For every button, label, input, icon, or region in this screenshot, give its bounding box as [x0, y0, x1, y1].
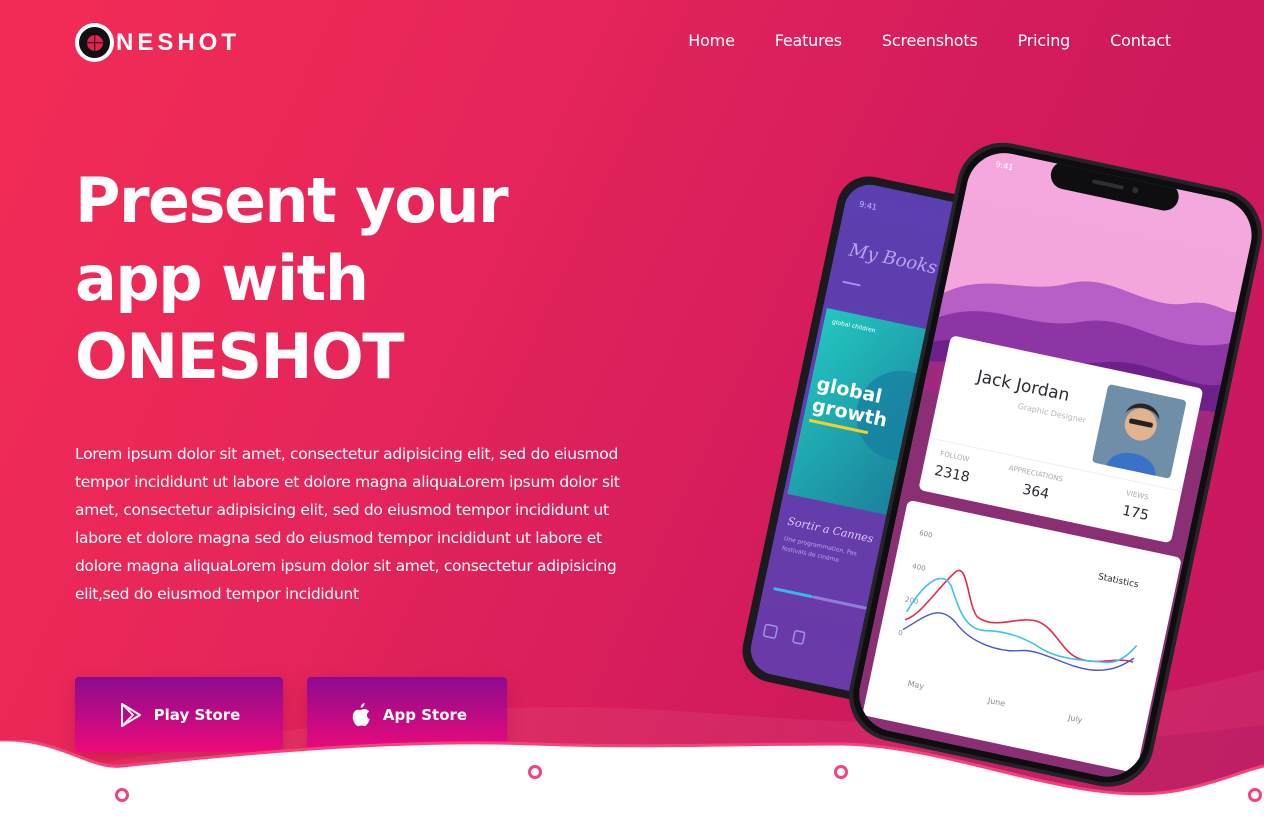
nav-pricing[interactable]: Pricing: [1018, 30, 1071, 52]
wave-dot: [834, 765, 848, 779]
apple-icon: [347, 702, 373, 728]
brand-logo[interactable]: NESHOT: [75, 23, 240, 62]
wave-dot: [528, 765, 542, 779]
play-store-icon: [118, 702, 144, 728]
hero-title-line-3: ONESHOT: [75, 320, 405, 393]
nav-home[interactable]: Home: [688, 30, 735, 52]
play-store-label: Play Store: [153, 705, 241, 724]
app-store-label: App Store: [382, 705, 468, 724]
phone-mockups: 9:41 My Books global children global gro…: [740, 140, 1264, 790]
brand-logo-text: NESHOT: [116, 28, 241, 56]
nav-contact[interactable]: Contact: [1110, 30, 1171, 52]
bottom-wave: [0, 740, 1264, 830]
hero-description: Lorem ipsum dolor sit amet, consectetur …: [75, 445, 620, 603]
hero-title: Present your app with ONESHOT: [75, 162, 635, 396]
wave-dot: [1248, 788, 1262, 802]
hero-title-line-2: app with: [75, 242, 369, 315]
main-nav: Home Features Screenshots Pricing Contac…: [648, 30, 1171, 52]
wave-dot: [115, 788, 129, 802]
hero-title-line-1: Present your: [75, 164, 509, 237]
target-logo-icon: [75, 23, 114, 62]
site-header: NESHOT Home Features Screenshots Pricing…: [0, 0, 1264, 84]
nav-screenshots[interactable]: Screenshots: [882, 30, 978, 52]
nav-features[interactable]: Features: [775, 30, 842, 52]
